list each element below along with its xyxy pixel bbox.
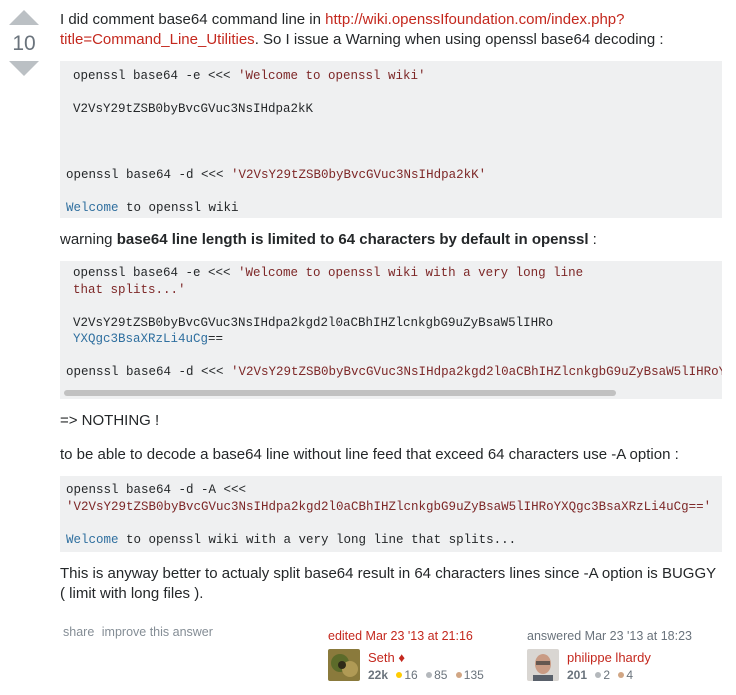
gold-badge-count: 16 <box>404 668 418 682</box>
bronze-badge-icon <box>455 672 462 679</box>
editor-rep-score: 22k <box>368 668 389 682</box>
silver-badge-icon <box>426 672 433 679</box>
share-link[interactable]: share <box>63 625 94 639</box>
decode-paragraph: to be able to decode a base64 line witho… <box>60 446 679 463</box>
closing-paragraph: This is anyway better to actualy split b… <box>60 565 717 602</box>
silver-badge-count: 85 <box>434 668 448 682</box>
author-avatar[interactable] <box>527 649 559 681</box>
downvote-arrow-icon[interactable] <box>9 61 39 76</box>
post-menu: share improve this answer <box>63 625 217 639</box>
author-name-link[interactable]: philippe lhardy <box>567 650 651 665</box>
bronze-badge-count: 135 <box>463 668 484 682</box>
vote-cell: 10 <box>6 10 42 76</box>
upvote-arrow-icon[interactable] <box>9 10 39 25</box>
editor-reputation: 22k 16 85 135 <box>368 668 484 682</box>
bronze-badge-count: 4 <box>626 668 634 682</box>
editor-avatar[interactable] <box>328 649 360 681</box>
answered-timestamp[interactable]: answered Mar 23 '13 at 18:23 <box>527 629 727 643</box>
code-block-3: openssl base64 -d -A <<< 'V2VsY29tZSB0by… <box>60 476 722 552</box>
code-block-2: openssl base64 -e <<< 'Welcome to openss… <box>60 261 722 399</box>
nothing-paragraph: => NOTHING ! <box>60 412 160 429</box>
silver-badge-icon <box>595 672 602 679</box>
improve-answer-link[interactable]: improve this answer <box>102 625 213 639</box>
editor-name-link[interactable]: Seth <box>368 650 395 665</box>
author-reputation: 201 2 4 <box>567 668 633 682</box>
horizontal-scrollbar[interactable] <box>60 387 722 399</box>
silver-badge-count: 2 <box>603 668 611 682</box>
author-signature: answered Mar 23 '13 at 18:23 philippe lh… <box>527 629 727 693</box>
bronze-badge-icon <box>618 672 625 679</box>
edited-timestamp[interactable]: edited Mar 23 '13 at 21:16 <box>328 629 518 643</box>
moderator-diamond-icon: ♦ <box>398 650 406 665</box>
scrollbar-thumb[interactable] <box>64 390 616 396</box>
intro-paragraph: I did comment base64 command line in htt… <box>60 11 664 48</box>
warning-paragraph: warning base64 line length is limited to… <box>60 231 597 248</box>
editor-signature: edited Mar 23 '13 at 21:16 Seth ♦ 22k 16… <box>328 629 518 693</box>
author-rep-score: 201 <box>567 668 588 682</box>
vote-count: 10 <box>12 32 36 55</box>
gold-badge-icon <box>396 672 403 679</box>
code-block-1: openssl base64 -e <<< 'Welcome to openss… <box>60 61 722 218</box>
answer-body: I did comment base64 command line in htt… <box>60 10 722 604</box>
